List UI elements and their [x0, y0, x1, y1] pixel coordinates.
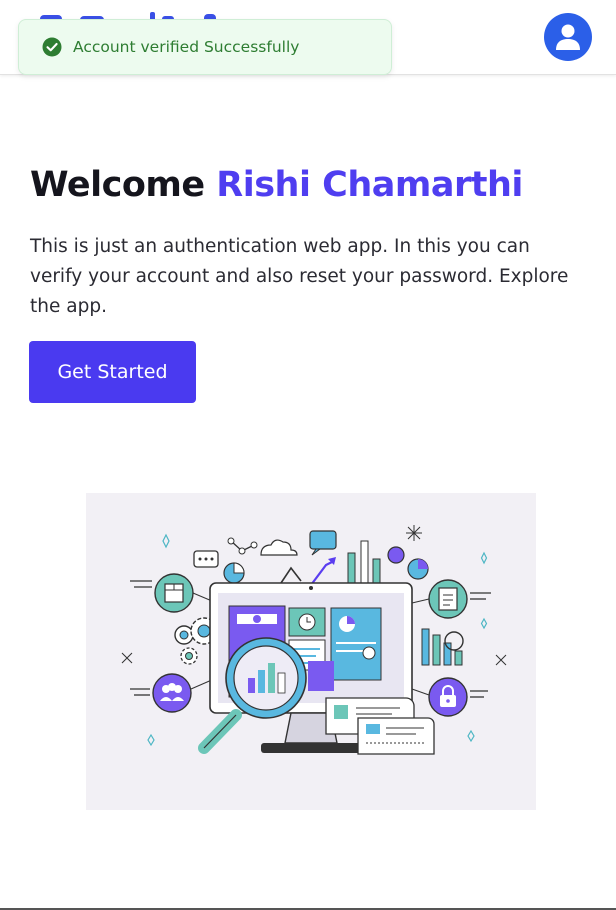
user-avatar-button[interactable]	[544, 13, 592, 61]
hero-description: This is just an authentication web app. …	[30, 236, 569, 317]
page-title: Welcome Rishi Chamarthi	[30, 165, 590, 205]
hero-section: Welcome Rishi Chamarthi This is just an …	[30, 165, 590, 322]
greeting-text: Welcome	[30, 165, 205, 205]
success-toast[interactable]: Account verified Successfully	[18, 19, 392, 75]
data-analytics-illustration	[121, 525, 507, 755]
check-circle-icon	[42, 37, 62, 57]
user-avatar-icon	[556, 24, 580, 50]
toast-message: Account verified Successfully	[73, 38, 300, 56]
hero-illustration	[86, 493, 536, 810]
user-name: Rishi Chamarthi	[216, 165, 523, 205]
get-started-button[interactable]: Get Started	[29, 341, 196, 403]
